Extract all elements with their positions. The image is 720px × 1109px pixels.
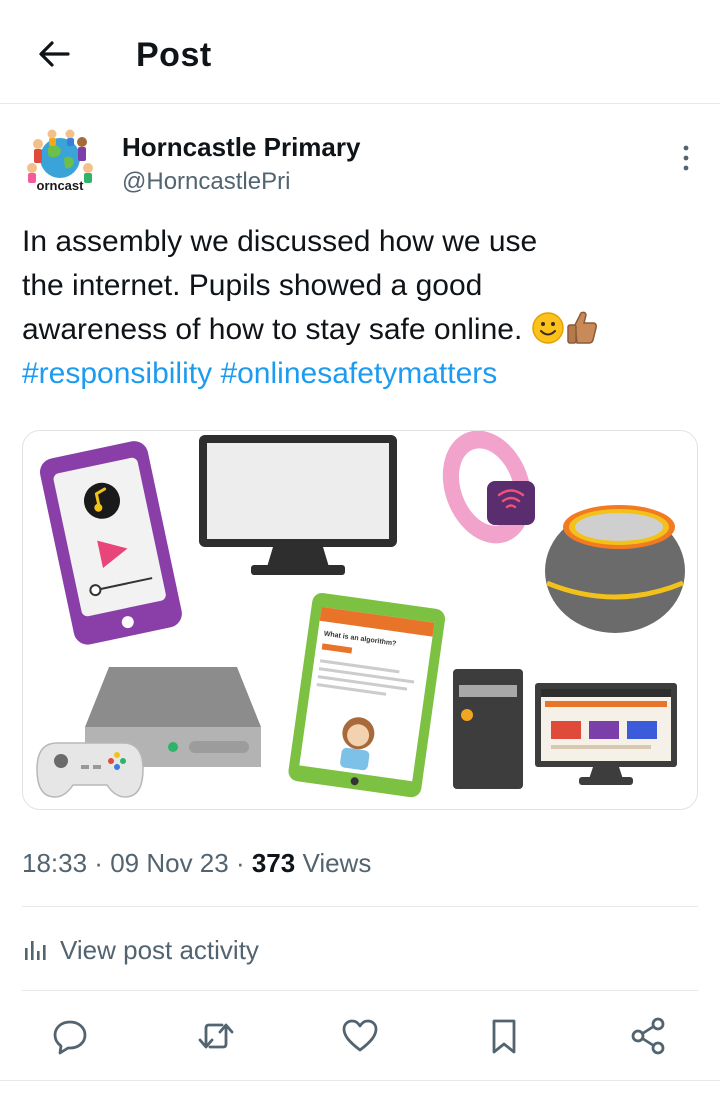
post-text-line: In assembly we discussed how we use: [22, 225, 538, 258]
computer-monitor-icon: [199, 435, 397, 575]
school-logo-icon: orncast: [27, 129, 93, 193]
divider: [22, 906, 698, 907]
back-button[interactable]: [34, 34, 74, 74]
repost-icon: [198, 1023, 234, 1049]
more-vertical-icon: [683, 145, 689, 171]
hashtag-link[interactable]: #responsibility: [22, 357, 212, 390]
bookmark-icon: [492, 1019, 516, 1054]
author-display-name[interactable]: Horncastle Primary: [122, 132, 360, 163]
smart-watch-icon: [442, 431, 535, 544]
views-label: Views: [295, 848, 372, 878]
devices-illustration: What is an algorithm?: [36, 431, 685, 798]
author-handle[interactable]: @HorncastlePri: [122, 168, 290, 196]
repost-button[interactable]: [190, 1010, 242, 1062]
bookmark-button[interactable]: [478, 1010, 530, 1062]
post-text: In assembly we discussed how we use the …: [22, 220, 698, 396]
avatar-text: orncast: [37, 178, 85, 193]
post-date: 09 Nov 23: [110, 848, 229, 878]
avatar[interactable]: orncast: [22, 124, 98, 200]
reply-button[interactable]: [44, 1010, 96, 1062]
post-text-line: the internet. Pupils showed a good: [22, 269, 483, 302]
arrow-left-icon: [39, 41, 70, 67]
top-bar: Post: [0, 0, 720, 104]
post-time: 18:33: [22, 848, 88, 878]
share-icon: [631, 1017, 665, 1055]
like-button[interactable]: [334, 1010, 386, 1062]
divider: [22, 990, 698, 991]
post-image[interactable]: What is an algorithm?: [22, 430, 698, 810]
divider: [0, 1080, 720, 1081]
music-player-phone-icon: [39, 441, 182, 645]
meta-separator: ·: [228, 848, 252, 878]
game-console-icon: [36, 667, 261, 798]
share-button[interactable]: [622, 1010, 674, 1062]
action-bar: [0, 1010, 720, 1062]
views-count: 373: [251, 848, 296, 878]
smart-speaker-icon: [545, 505, 685, 633]
post-meta: 18:33 · 09 Nov 23 · 373 Views: [22, 848, 371, 879]
desktop-computer-icon: [453, 669, 677, 789]
like-icon: [342, 1019, 378, 1052]
page-title: Post: [136, 36, 212, 74]
view-post-activity-label: View post activity: [60, 934, 259, 965]
post-text-line: awareness of how to stay safe online.: [22, 308, 698, 352]
more-options-button[interactable]: [674, 142, 698, 174]
view-post-activity-button[interactable]: View post activity: [22, 930, 259, 970]
tablet-icon: What is an algorithm?: [288, 592, 446, 798]
hashtag-link[interactable]: #onlinesafetymatters: [220, 357, 497, 390]
smiling-face-emoji: [531, 312, 564, 344]
post-author: orncast Horncastle Primary @HorncastlePr…: [22, 124, 698, 204]
reply-icon: [53, 1020, 87, 1055]
post-text-segment: awareness of how to stay safe online.: [22, 313, 523, 346]
thumbs-up-emoji: [566, 311, 597, 344]
bar-chart-icon: [25, 941, 46, 960]
hashtag-line: #responsibility #onlinesafetymatters: [22, 352, 698, 396]
meta-separator: ·: [87, 848, 111, 878]
